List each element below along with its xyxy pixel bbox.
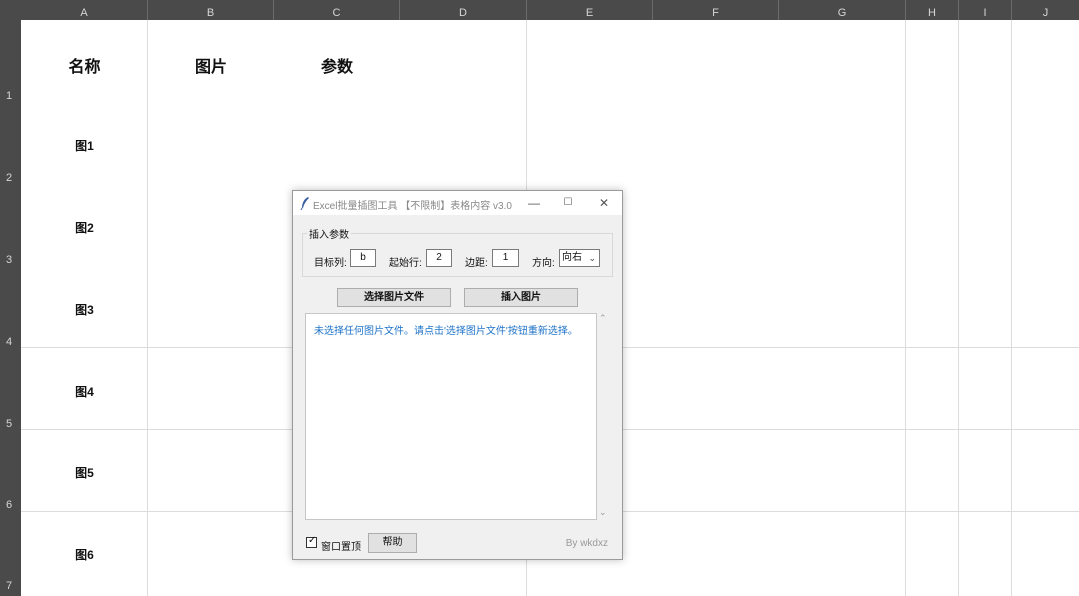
column-header-a[interactable]: A (21, 0, 148, 20)
cell-a3[interactable]: 图2 (21, 219, 148, 236)
column-header-b[interactable]: B (148, 0, 274, 20)
start-row-input[interactable]: 2 (426, 249, 452, 267)
cell-a7[interactable]: 图6 (21, 546, 148, 563)
cell-b1-image-header[interactable]: 图片 (148, 53, 274, 77)
column-header-h[interactable]: H (906, 0, 959, 20)
close-button[interactable]: ✕ (587, 191, 621, 215)
start-row-label: 起始行: (389, 258, 422, 269)
topmost-checkbox[interactable]: ✓ (306, 535, 317, 548)
checkmark-icon: ✓ (308, 535, 317, 546)
topmost-checkbox-label[interactable]: 窗口置顶 (321, 538, 361, 553)
scroll-down-arrow-icon[interactable]: ⌄ (599, 507, 607, 518)
row-header-6[interactable]: 6 (0, 499, 21, 511)
log-textbox[interactable]: 未选择任何图片文件。请点击'选择图片文件'按钮重新选择。 (305, 313, 597, 520)
select-all-corner[interactable] (0, 0, 21, 20)
column-header-e[interactable]: E (527, 0, 653, 20)
column-header-f[interactable]: F (653, 0, 779, 20)
margin-label: 边距: (465, 258, 488, 269)
direction-label: 方向: (532, 258, 555, 269)
direction-select-value: 向右 (562, 252, 582, 263)
log-message: 未选择任何图片文件。请点击'选择图片文件'按钮重新选择。 (314, 326, 578, 337)
chevron-down-icon: ⌄ (588, 253, 596, 263)
gridline (1011, 20, 1012, 596)
column-header-c[interactable]: C (274, 0, 400, 20)
feather-icon (300, 197, 309, 210)
dialog-title: Excel批量插图工具 【不限制】表格内容 v3.0 (313, 201, 512, 212)
cell-a1-name-header[interactable]: 名称 (21, 53, 148, 77)
row-header-7[interactable]: 7 (0, 580, 21, 592)
cell-a5[interactable]: 图4 (21, 383, 148, 400)
insert-params-group-title: 插入参数 (307, 226, 351, 241)
insert-images-dialog: Excel批量插图工具 【不限制】表格内容 v3.0 — ☐ ✕ 插入参数 目标… (292, 190, 623, 560)
gridline (905, 20, 906, 596)
row-header-1[interactable]: 1 (0, 90, 21, 102)
gridline (958, 20, 959, 596)
cell-a6[interactable]: 图5 (21, 464, 148, 481)
row-header-4[interactable]: 4 (0, 336, 21, 348)
select-image-files-button[interactable]: 选择图片文件 (337, 288, 451, 307)
author-byline: By wkdxz (565, 538, 608, 549)
column-header-d[interactable]: D (400, 0, 527, 20)
column-header-j[interactable]: J (1012, 0, 1079, 20)
margin-input[interactable]: 1 (492, 249, 519, 267)
help-button[interactable]: 帮助 (368, 533, 417, 553)
minimize-button[interactable]: — (517, 191, 551, 215)
row-header-2[interactable]: 2 (0, 172, 21, 184)
row-header-3[interactable]: 3 (0, 254, 21, 266)
direction-select[interactable]: 向右 ⌄ (559, 249, 600, 267)
column-header-g[interactable]: G (779, 0, 906, 20)
insert-images-button[interactable]: 插入图片 (464, 288, 578, 307)
scroll-up-arrow-icon[interactable]: ⌃ (599, 313, 607, 324)
dialog-titlebar[interactable]: Excel批量插图工具 【不限制】表格内容 v3.0 — ☐ ✕ (293, 191, 622, 215)
cell-a2[interactable]: 图1 (21, 137, 148, 154)
column-header-i[interactable]: I (959, 0, 1012, 20)
cell-a4[interactable]: 图3 (21, 301, 148, 318)
cell-c1-params-header[interactable]: 参数 (274, 53, 400, 77)
row-header-5[interactable]: 5 (0, 418, 21, 430)
target-column-label: 目标列: (314, 258, 347, 269)
target-column-input[interactable]: b (350, 249, 376, 267)
maximize-button[interactable]: ☐ (551, 191, 585, 215)
